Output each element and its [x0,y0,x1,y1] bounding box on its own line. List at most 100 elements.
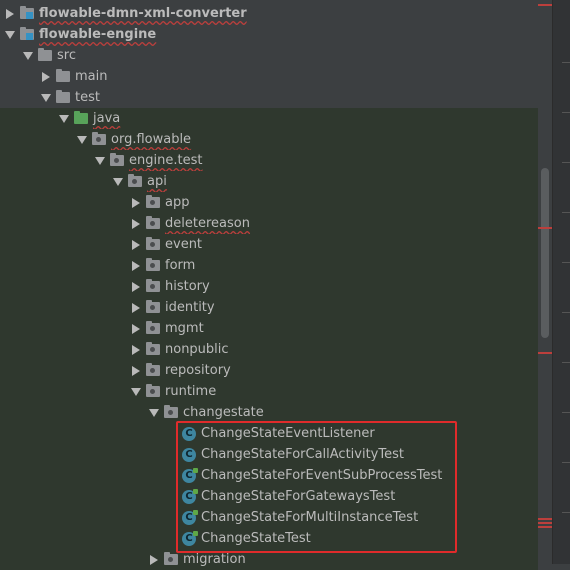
tree-node-label: event [165,237,203,252]
chevron-down-icon[interactable] [76,134,88,146]
chevron-down-icon[interactable] [112,176,124,188]
row-highlight [0,381,538,402]
chevron-down-icon[interactable] [40,92,52,104]
chevron-right-icon[interactable] [130,197,142,209]
gutter-mark [562,512,570,513]
scrollbar-thumb[interactable] [541,168,549,338]
tree-node-label: org.flowable [111,132,192,147]
tree-node-label: history [165,279,210,294]
tree-node-nonpublic[interactable]: nonpublic [130,339,229,360]
chevron-right-icon[interactable] [130,281,142,293]
chevron-right-icon[interactable] [130,260,142,272]
module-folder-icon [20,6,34,19]
chevron-right-icon[interactable] [4,8,16,20]
error-marker[interactable] [538,526,552,528]
error-marker[interactable] [538,227,552,229]
tree-node-label: flowable-dmn-xml-converter [39,6,247,21]
tree-node-label: form [165,258,196,273]
row-highlight [0,276,538,297]
tree-node-flowable-dmn-xml-converter[interactable]: flowable-dmn-xml-converter [4,3,247,24]
package-icon [146,321,160,334]
package-icon [164,405,178,418]
package-icon [146,384,160,397]
chevron-right-icon[interactable] [130,323,142,335]
tree-node-label: identity [165,300,215,315]
tree-node-test[interactable]: test [40,87,100,108]
chevron-right-icon[interactable] [40,71,52,83]
chevron-down-icon[interactable] [94,155,106,167]
tree-node-label: src [57,48,76,63]
tree-node-event[interactable]: event [130,234,202,255]
tree-node-label: runtime [165,384,217,399]
gutter-mark [562,412,570,413]
tree-node-changestate[interactable]: changestate [148,402,264,423]
row-highlight [0,318,538,339]
package-icon [146,258,160,271]
row-highlight [0,360,538,381]
tree-node-label: test [75,90,100,105]
tree-node-label: engine.test [129,153,203,168]
tree-node-engine-test[interactable]: engine.test [94,150,202,171]
tree-node-main[interactable]: main [40,66,107,87]
tree-node-flowable-engine[interactable]: flowable-engine [4,24,156,45]
row-highlight [0,213,538,234]
package-icon [146,300,160,313]
tree-node-app[interactable]: app [130,192,189,213]
chevron-right-icon[interactable] [130,302,142,314]
gutter-mark [562,362,570,363]
tree-node-label: deletereason [165,216,250,231]
tree-node-label: app [165,195,190,210]
error-marker[interactable] [538,522,552,524]
row-highlight [0,339,538,360]
package-icon [146,279,160,292]
chevron-right-icon[interactable] [130,239,142,251]
tree-node-label: changestate [183,405,264,420]
chevron-down-icon[interactable] [58,113,70,125]
tree-node-deletereason[interactable]: deletereason [130,213,250,234]
folder-icon [56,90,70,103]
gutter-mark [562,62,570,63]
error-marker[interactable] [538,352,552,354]
tree-node-label: api [147,174,167,189]
tree-node-runtime[interactable]: runtime [130,381,216,402]
tree-node-java[interactable]: java [58,108,120,129]
row-highlight [0,255,538,276]
tree-node-form[interactable]: form [130,255,195,276]
error-marker[interactable] [538,518,552,520]
package-icon [164,552,178,565]
tree-node-history[interactable]: history [130,276,210,297]
row-highlight [0,192,538,213]
gutter-mark [562,312,570,313]
gutter-mark [562,462,570,463]
tree-node-label: repository [165,363,231,378]
package-icon [128,174,142,187]
gutter-mark [562,212,570,213]
tree-node-api[interactable]: api [112,171,167,192]
chevron-down-icon[interactable] [148,407,160,419]
tree-node-label: nonpublic [165,342,229,357]
tree-node-label: java [93,111,121,126]
tree-node-label: mgmt [165,321,204,336]
chevron-down-icon[interactable] [130,386,142,398]
tree-node-repository[interactable]: repository [130,360,231,381]
package-icon [146,342,160,355]
row-highlight [0,234,538,255]
chevron-right-icon[interactable] [130,365,142,377]
tree-node-src[interactable]: src [22,45,76,66]
gutter-mark [562,262,570,263]
chevron-right-icon[interactable] [130,344,142,356]
gutter-mark [562,162,570,163]
tree-node-org-flowable[interactable]: org.flowable [76,129,191,150]
chevron-down-icon[interactable] [22,50,34,62]
row-highlight [0,171,538,192]
chevron-right-icon[interactable] [130,218,142,230]
row-highlight [0,150,538,171]
tree-node-identity[interactable]: identity [130,297,215,318]
tree-node-mgmt[interactable]: mgmt [130,318,204,339]
package-icon [110,153,124,166]
error-marker[interactable] [538,4,552,6]
gutter-mark [562,112,570,113]
folder-icon [56,69,70,82]
chevron-down-icon[interactable] [4,29,16,41]
tree-node-label: main [75,69,108,84]
